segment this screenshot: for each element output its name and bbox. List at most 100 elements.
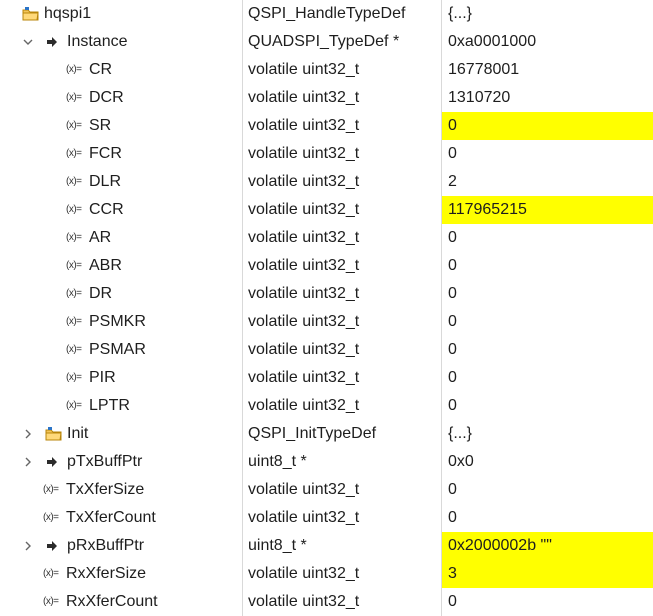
value-cell[interactable]: 0	[442, 280, 653, 308]
value-cell[interactable]: 0xa0001000	[442, 28, 653, 56]
value-cell-changed[interactable]: 0x2000002b ""	[442, 532, 653, 560]
value-cell[interactable]: 0	[442, 504, 653, 532]
value-cell[interactable]: {...}	[442, 420, 653, 448]
pointer-arrow-icon	[45, 448, 59, 476]
type-cell: QSPI_InitTypeDef	[243, 420, 442, 448]
variables-tree: hqspi1 QSPI_HandleTypeDef {...} Instance QUA…	[0, 0, 653, 616]
tree-row-prxbuffptr[interactable]: pRxBuffPtr uint8_t * 0x2000002b ""	[0, 532, 653, 560]
name-cell[interactable]: pTxBuffPtr	[0, 448, 243, 476]
value-cell[interactable]: 0	[442, 140, 653, 168]
tree-row-pir[interactable]: (x)= PIR volatile uint32_t 0	[0, 364, 653, 392]
value-cell[interactable]: 0	[442, 588, 653, 616]
tree-row-ptxbuffptr[interactable]: pTxBuffPtr uint8_t * 0x0	[0, 448, 653, 476]
variable-name: LPTR	[89, 397, 130, 414]
type-cell: volatile uint32_t	[243, 364, 442, 392]
variable-name: DCR	[89, 89, 124, 106]
tree-row-abr[interactable]: (x)= ABR volatile uint32_t 0	[0, 252, 653, 280]
tree-row-init[interactable]: Init QSPI_InitTypeDef {...}	[0, 420, 653, 448]
name-cell[interactable]: (x)= TxXferCount	[0, 504, 243, 532]
pointer-arrow-icon	[45, 532, 59, 560]
tree-row-dcr[interactable]: (x)= DCR volatile uint32_t 1310720	[0, 84, 653, 112]
name-cell[interactable]: (x)= FCR	[0, 140, 243, 168]
tree-row-sr[interactable]: (x)= SR volatile uint32_t 0	[0, 112, 653, 140]
variable-name: hqspi1	[44, 5, 92, 22]
pointer-arrow-icon	[45, 28, 59, 56]
value-cell[interactable]: 0x0	[442, 448, 653, 476]
variable-name: PIR	[89, 369, 116, 386]
type-cell: volatile uint32_t	[243, 168, 442, 196]
tree-row-hqspi1[interactable]: hqspi1 QSPI_HandleTypeDef {...}	[0, 0, 653, 28]
name-cell[interactable]: (x)= DLR	[0, 168, 243, 196]
tree-row-instance[interactable]: Instance QUADSPI_TypeDef * 0xa0001000	[0, 28, 653, 56]
name-cell[interactable]: (x)= PSMKR	[0, 308, 243, 336]
type-cell: volatile uint32_t	[243, 84, 442, 112]
tree-row-rxxfercount[interactable]: (x)= RxXferCount volatile uint32_t 0	[0, 588, 653, 616]
name-cell[interactable]: (x)= CR	[0, 56, 243, 84]
type-cell: volatile uint32_t	[243, 252, 442, 280]
value-cell[interactable]: 0	[442, 364, 653, 392]
type-cell: uint8_t *	[243, 448, 442, 476]
tree-row-cr[interactable]: (x)= CR volatile uint32_t 16778001	[0, 56, 653, 84]
type-cell: volatile uint32_t	[243, 504, 442, 532]
variable-name: pRxBuffPtr	[67, 537, 145, 554]
value-cell[interactable]: 2	[442, 168, 653, 196]
name-cell[interactable]: (x)= SR	[0, 112, 243, 140]
name-cell[interactable]: (x)= AR	[0, 224, 243, 252]
value-cell[interactable]: 0	[442, 336, 653, 364]
type-cell: volatile uint32_t	[243, 588, 442, 616]
value-cell[interactable]: 0	[442, 476, 653, 504]
name-cell[interactable]: (x)= ABR	[0, 252, 243, 280]
tree-row-txxfercount[interactable]: (x)= TxXferCount volatile uint32_t 0	[0, 504, 653, 532]
value-cell[interactable]: 0	[442, 252, 653, 280]
name-cell[interactable]: (x)= DCR	[0, 84, 243, 112]
chevron-right-icon[interactable]	[21, 532, 35, 560]
value-cell[interactable]: 1310720	[442, 84, 653, 112]
variable-name: TxXferCount	[66, 509, 156, 526]
variable-name: CR	[89, 61, 113, 78]
variable-name: AR	[89, 229, 112, 246]
value-cell-changed[interactable]: 117965215	[442, 196, 653, 224]
name-cell[interactable]: (x)= PIR	[0, 364, 243, 392]
name-cell[interactable]: (x)= RxXferSize	[0, 560, 243, 588]
tree-row-fcr[interactable]: (x)= FCR volatile uint32_t 0	[0, 140, 653, 168]
value-cell[interactable]: {...}	[442, 0, 653, 28]
tree-row-dr[interactable]: (x)= DR volatile uint32_t 0	[0, 280, 653, 308]
value-cell[interactable]: 16778001	[442, 56, 653, 84]
chevron-down-icon[interactable]	[21, 28, 35, 56]
value-cell-changed[interactable]: 0	[442, 112, 653, 140]
variable-name: PSMAR	[89, 341, 146, 358]
name-cell[interactable]: (x)= DR	[0, 280, 243, 308]
name-cell[interactable]: (x)= LPTR	[0, 392, 243, 420]
name-cell[interactable]: Init	[0, 420, 243, 448]
variable-name: DLR	[89, 173, 122, 190]
name-cell[interactable]: hqspi1	[0, 0, 243, 28]
value-cell[interactable]: 0	[442, 308, 653, 336]
value-cell-changed[interactable]: 3	[442, 560, 653, 588]
type-cell: volatile uint32_t	[243, 140, 442, 168]
tree-row-ar[interactable]: (x)= AR volatile uint32_t 0	[0, 224, 653, 252]
name-cell[interactable]: (x)= RxXferCount	[0, 588, 243, 616]
chevron-right-icon[interactable]	[21, 448, 35, 476]
name-cell[interactable]: (x)= PSMAR	[0, 336, 243, 364]
type-cell: QUADSPI_TypeDef *	[243, 28, 442, 56]
variable-name: FCR	[89, 145, 122, 162]
tree-row-txxfersize[interactable]: (x)= TxXferSize volatile uint32_t 0	[0, 476, 653, 504]
chevron-right-icon[interactable]	[21, 420, 35, 448]
value-cell[interactable]: 0	[442, 224, 653, 252]
variable-name: SR	[89, 117, 112, 134]
type-cell: volatile uint32_t	[243, 560, 442, 588]
tree-row-psmkr[interactable]: (x)= PSMKR volatile uint32_t 0	[0, 308, 653, 336]
name-cell[interactable]: Instance	[0, 28, 243, 56]
name-cell[interactable]: (x)= TxXferSize	[0, 476, 243, 504]
value-cell[interactable]: 0	[442, 392, 653, 420]
name-cell[interactable]: (x)= CCR	[0, 196, 243, 224]
variable-name: DR	[89, 285, 113, 302]
variable-name: ABR	[89, 257, 122, 274]
tree-row-rxxfersize[interactable]: (x)= RxXferSize volatile uint32_t 3	[0, 560, 653, 588]
tree-row-dlr[interactable]: (x)= DLR volatile uint32_t 2	[0, 168, 653, 196]
variable-name: Instance	[67, 33, 128, 50]
tree-row-psmar[interactable]: (x)= PSMAR volatile uint32_t 0	[0, 336, 653, 364]
tree-row-lptr[interactable]: (x)= LPTR volatile uint32_t 0	[0, 392, 653, 420]
name-cell[interactable]: pRxBuffPtr	[0, 532, 243, 560]
tree-row-ccr[interactable]: (x)= CCR volatile uint32_t 117965215	[0, 196, 653, 224]
